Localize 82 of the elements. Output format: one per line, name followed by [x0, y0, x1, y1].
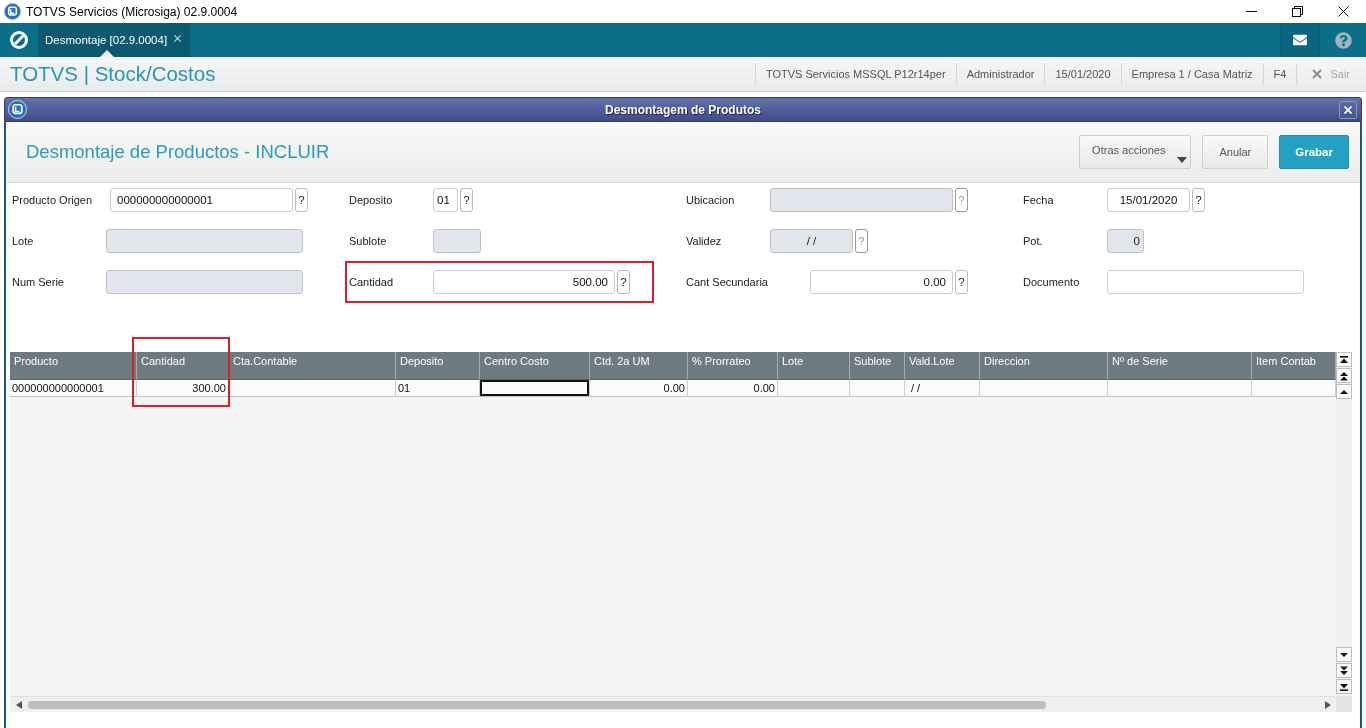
input-field[interactable]: 15/01/2020: [1107, 188, 1190, 212]
lookup-button[interactable]: ?: [617, 270, 630, 294]
session-info: Empresa 1 / Casa Matriz: [1120, 63, 1263, 85]
table-cell: 000000000000001: [10, 380, 137, 397]
field-label: Fecha: [1023, 194, 1055, 206]
dialog-title: Desmontagem de Produtos: [604, 102, 762, 117]
session-info: F4: [1262, 63, 1297, 85]
column-header[interactable]: Lote: [778, 352, 850, 380]
column-header[interactable]: Centro Costo: [480, 352, 590, 380]
module-tab[interactable]: Desmontaje [02.9.0004]: [38, 23, 191, 57]
caret-icon: [1177, 157, 1188, 163]
restore-icon: [1291, 6, 1303, 17]
app-title: TOTVS | Stock/Costos: [9, 62, 216, 86]
ring-logo-icon: [9, 30, 29, 50]
app-logo-icon: [8, 100, 27, 119]
scroll-bottom-button[interactable]: [1336, 679, 1352, 694]
lookup-button[interactable]: ?: [460, 188, 473, 212]
field-label: Ubicacion: [686, 194, 736, 206]
session-info: Administrador: [955, 63, 1045, 85]
table-cell: 0.00: [590, 380, 688, 397]
close-icon[interactable]: [174, 34, 182, 42]
column-header[interactable]: % Prorrateo: [688, 352, 778, 380]
scroll-top-button[interactable]: [1336, 352, 1352, 367]
session-info: 15/01/2020: [1044, 63, 1121, 85]
field-label: Cant Secundaria: [686, 276, 769, 288]
close-icon: [1344, 105, 1352, 114]
input-field[interactable]: 0.00: [810, 270, 953, 294]
help-icon: [1334, 31, 1352, 49]
column-header[interactable]: Producto: [10, 352, 137, 380]
page-down-button[interactable]: [1336, 663, 1352, 678]
input-field[interactable]: [1107, 270, 1304, 294]
table-cell: 0.00: [688, 380, 778, 397]
field-label: Pot.: [1023, 235, 1044, 247]
scroll-top-icon: [1339, 354, 1349, 365]
column-header[interactable]: Sublote: [850, 352, 905, 380]
form-heading: Desmontaje de Productos - INCLUIR: [26, 141, 330, 163]
column-header[interactable]: Vald.Lote: [905, 352, 980, 380]
save-button[interactable]: Grabar: [1279, 135, 1349, 169]
dialog-close-button[interactable]: [1339, 100, 1357, 119]
field-label: Producto Origen: [12, 194, 94, 206]
field-label: Validez: [686, 235, 723, 247]
scroll-bottom-icon: [1339, 681, 1349, 692]
field-label: Documento: [1023, 276, 1081, 288]
left-arrow-icon: [15, 700, 22, 709]
column-header[interactable]: Nº de Serie: [1108, 352, 1252, 380]
scrollbar-thumb[interactable]: [28, 700, 1046, 709]
column-header[interactable]: Cantidad: [137, 352, 229, 380]
input-field[interactable]: 000000000000001: [110, 188, 293, 212]
table-cell: 300.00: [137, 380, 229, 397]
lookup-button[interactable]: ?: [955, 270, 968, 294]
table-cell: / /: [905, 380, 980, 397]
field-label: Sublote: [349, 235, 388, 247]
column-header[interactable]: Item Contab: [1252, 352, 1336, 380]
envelope-icon: [1293, 33, 1307, 47]
field-label: Lote: [12, 235, 35, 247]
field-label: Deposito: [349, 194, 394, 206]
scroll-up-button[interactable]: [1336, 384, 1352, 399]
column-header[interactable]: Ctd. 2a UM: [590, 352, 688, 380]
session-info: TOTVS Servicios MSSQL P12r14per: [754, 63, 956, 85]
actions-menu-button[interactable]: Otras acciones: [1079, 135, 1192, 169]
input-field[interactable]: 500.00: [433, 270, 615, 294]
double-up-arrow-icon: [1339, 370, 1349, 381]
lookup-button[interactable]: ?: [295, 188, 308, 212]
close-icon: [1312, 69, 1323, 79]
right-arrow-icon: [1324, 700, 1331, 709]
messages-button[interactable]: [1280, 23, 1319, 57]
page-up-button[interactable]: [1336, 368, 1352, 383]
scroll-down-button[interactable]: [1336, 647, 1352, 662]
lookup-button[interactable]: ?: [1192, 188, 1205, 212]
field-label: Num Serie: [12, 276, 65, 288]
table-cell: 01: [396, 380, 480, 397]
window-title: TOTVS Servicios (Microsiga) 02.9.0004: [26, 4, 238, 19]
column-header[interactable]: Cta.Contable: [229, 352, 396, 380]
app-logo-icon: [4, 3, 21, 20]
double-down-arrow-icon: [1339, 665, 1349, 676]
input-field[interactable]: 01: [433, 188, 458, 212]
column-header[interactable]: Direccion: [980, 352, 1108, 380]
column-header[interactable]: Deposito: [396, 352, 480, 380]
field-label: Cantidad: [349, 276, 395, 288]
close-icon: [1337, 6, 1349, 17]
horizontal-scrollbar[interactable]: [10, 696, 1336, 712]
cancel-button[interactable]: Anular: [1202, 135, 1269, 169]
